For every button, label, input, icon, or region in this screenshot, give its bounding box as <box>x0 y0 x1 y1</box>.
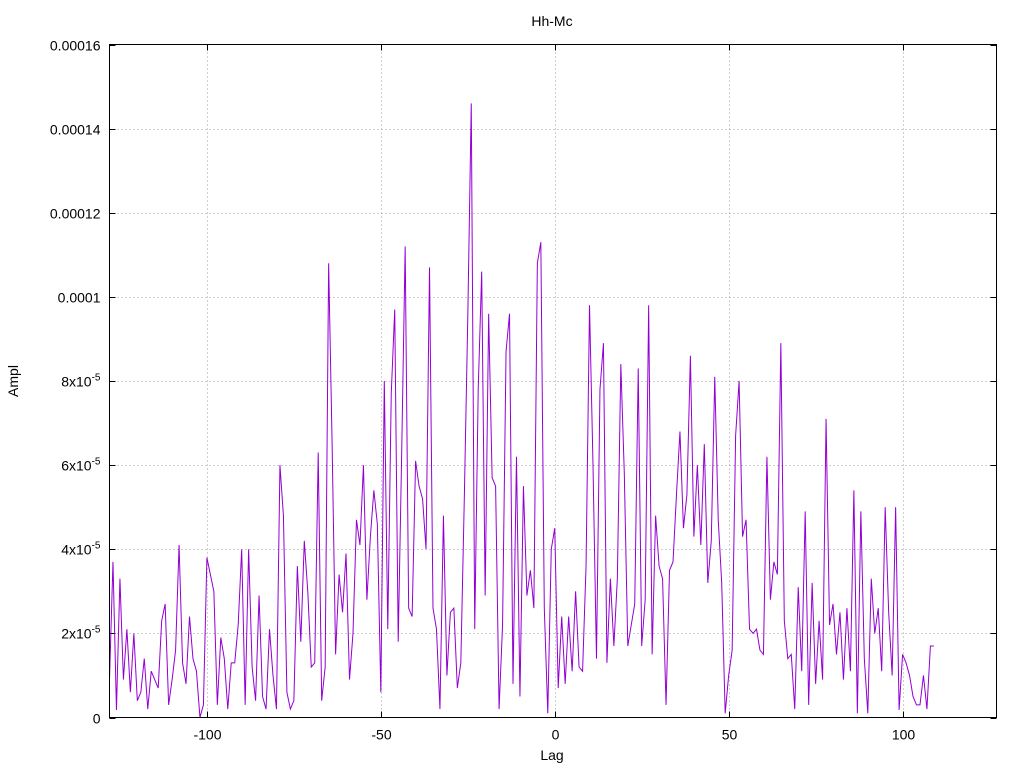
y-tick-label-base: 0.00014 <box>50 122 101 138</box>
x-axis-label: Lag <box>540 747 563 763</box>
y-tick-label-base: 0.00016 <box>50 38 101 54</box>
y-tick-label-base: 2x10 <box>61 626 92 642</box>
y-tick-label: 0 <box>93 711 101 727</box>
y-tick-label-base: 4x10 <box>61 542 92 558</box>
x-tick-label: 0 <box>552 727 560 743</box>
y-tick-label: 0.00012 <box>50 206 101 222</box>
x-tick-label: 100 <box>892 727 916 743</box>
y-tick-label: 2x10-5 <box>61 625 101 642</box>
x-tick-label: -50 <box>371 727 391 743</box>
x-tick-labels: -100 -50 0 50 100 <box>193 727 915 743</box>
y-tick-label-base: 8x10 <box>61 374 92 390</box>
y-tick-label-exponent: -5 <box>92 373 101 384</box>
chart-title: Hh-Mc <box>531 13 572 29</box>
y-tick-label-base: 0.00012 <box>50 206 101 222</box>
y-tick-label-base: 0 <box>93 711 101 727</box>
y-tick-label-base: 0.0001 <box>58 290 101 306</box>
y-axis-label: Ampl <box>5 365 21 397</box>
x-tick-label: 50 <box>722 727 738 743</box>
series-line-0 <box>109 103 934 718</box>
y-tick-labels: 02x10-54x10-56x10-58x10-50.00010.000120.… <box>50 38 101 727</box>
y-tick-label-exponent: -5 <box>92 457 101 468</box>
y-tick-label: 0.00014 <box>50 122 101 138</box>
y-tick-label: 0.0001 <box>58 290 101 306</box>
y-tick-label: 6x10-5 <box>61 457 101 474</box>
x-tick-label: -100 <box>193 727 221 743</box>
series-layer <box>109 103 934 718</box>
y-tick-label: 0.00016 <box>50 38 101 54</box>
y-tick-label-base: 6x10 <box>61 458 92 474</box>
y-tick-label-exponent: -5 <box>92 541 101 552</box>
chart-canvas: -100 -50 0 50 100 02x10-54x10-56x10-58x10-50… <box>5 13 997 763</box>
y-tick-label: 4x10-5 <box>61 541 101 558</box>
y-tick-label-exponent: -5 <box>92 625 101 636</box>
y-tick-label: 8x10-5 <box>61 373 101 390</box>
